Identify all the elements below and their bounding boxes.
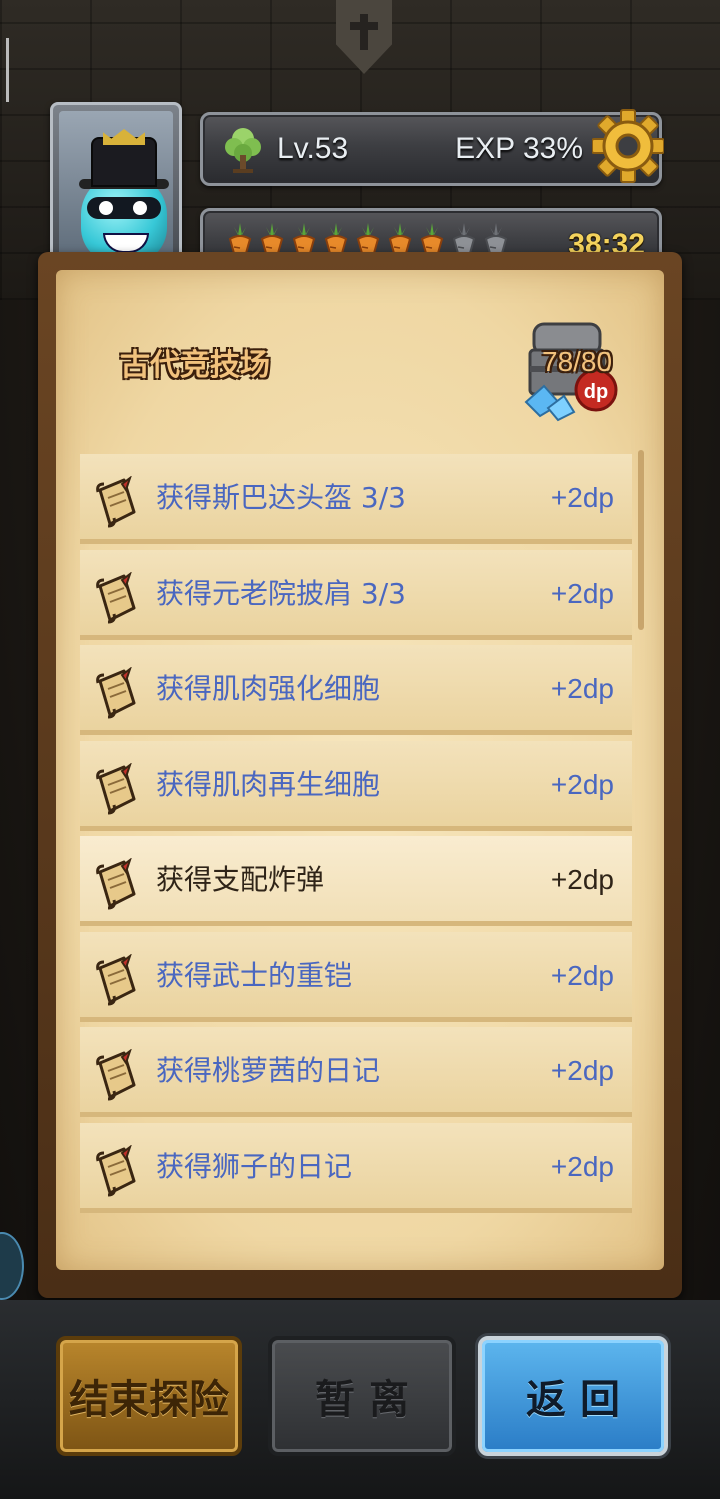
list-item-reward: +2dp xyxy=(550,768,614,800)
exp-text: EXP 33% xyxy=(455,132,583,165)
end-exploration-button[interactable]: 结束探险 xyxy=(56,1336,242,1456)
quest-scroll-icon xyxy=(96,571,136,623)
list-item-reward: +2dp xyxy=(550,959,614,991)
quest-scroll-icon xyxy=(96,476,136,528)
quest-scroll-icon xyxy=(96,667,136,719)
list-item-reward: +2dp xyxy=(550,482,614,513)
list-item-reward: +2dp xyxy=(550,1150,614,1182)
list-item-reward: +2dp xyxy=(550,673,614,704)
list-item-label: 获得元老院披肩 3/3 xyxy=(156,576,406,610)
list-item-reward: +2dp xyxy=(550,577,614,609)
achievement-list: 获得斯巴达头盔 3/3 +2dp 获得元老院披肩 3/3 +2dp 获得肌肉强化… xyxy=(80,454,632,1218)
list-item[interactable]: 获得支配炸弹 +2dp xyxy=(80,836,632,926)
crown-icon xyxy=(103,129,145,145)
list-item[interactable]: 获得狮子的日记 +2dp xyxy=(80,1122,632,1213)
quest-scroll-icon xyxy=(96,1144,136,1196)
panel-title: 古代竞技场 xyxy=(120,348,270,383)
list-item[interactable]: 获得肌肉再生细胞 +2dp xyxy=(80,740,632,831)
quest-scroll-icon xyxy=(96,762,136,814)
level-text: Lv.53 xyxy=(277,132,349,165)
list-item-reward: +2dp xyxy=(550,864,614,895)
list-item[interactable]: 获得斯巴达头盔 3/3 +2dp xyxy=(80,454,632,544)
list-item-label: 获得武士的重铠 xyxy=(156,958,353,992)
dp-count: 78/80 xyxy=(542,346,613,377)
list-item[interactable]: 获得武士的重铠 +2dp xyxy=(80,931,632,1022)
leave-button[interactable]: 暂 离 xyxy=(268,1336,456,1456)
top-hat xyxy=(93,139,155,185)
list-item-label: 获得支配炸弹 xyxy=(156,863,325,896)
list-scrollbar[interactable] xyxy=(638,450,644,630)
list-item[interactable]: 获得元老院披肩 3/3 +2dp xyxy=(80,549,632,640)
hero-eye xyxy=(99,201,113,215)
list-item[interactable]: 获得桃萝茜的日记 +2dp xyxy=(80,1027,632,1117)
svg-text:dp: dp xyxy=(584,381,608,403)
tree-icon xyxy=(225,128,261,173)
hero-eye xyxy=(133,201,147,215)
list-item-label: 获得狮子的日记 xyxy=(156,1149,353,1183)
quest-scroll-icon xyxy=(96,1049,136,1101)
list-item-label: 获得肌肉强化细胞 xyxy=(156,672,381,705)
list-item-label: 获得斯巴达头盔 3/3 xyxy=(156,481,406,514)
list-item[interactable]: 获得肌肉强化细胞 +2dp xyxy=(80,645,632,735)
settings-gear-icon[interactable] xyxy=(592,98,664,194)
back-button[interactable]: 返 回 xyxy=(478,1336,668,1456)
list-item-label: 获得肌肉再生细胞 xyxy=(156,767,381,801)
list-item-label: 获得桃萝茜的日记 xyxy=(156,1054,381,1087)
quest-scroll-icon xyxy=(96,858,136,910)
status-edge xyxy=(6,38,9,102)
list-item-reward: +2dp xyxy=(550,1055,614,1086)
quest-scroll-icon xyxy=(96,953,136,1005)
